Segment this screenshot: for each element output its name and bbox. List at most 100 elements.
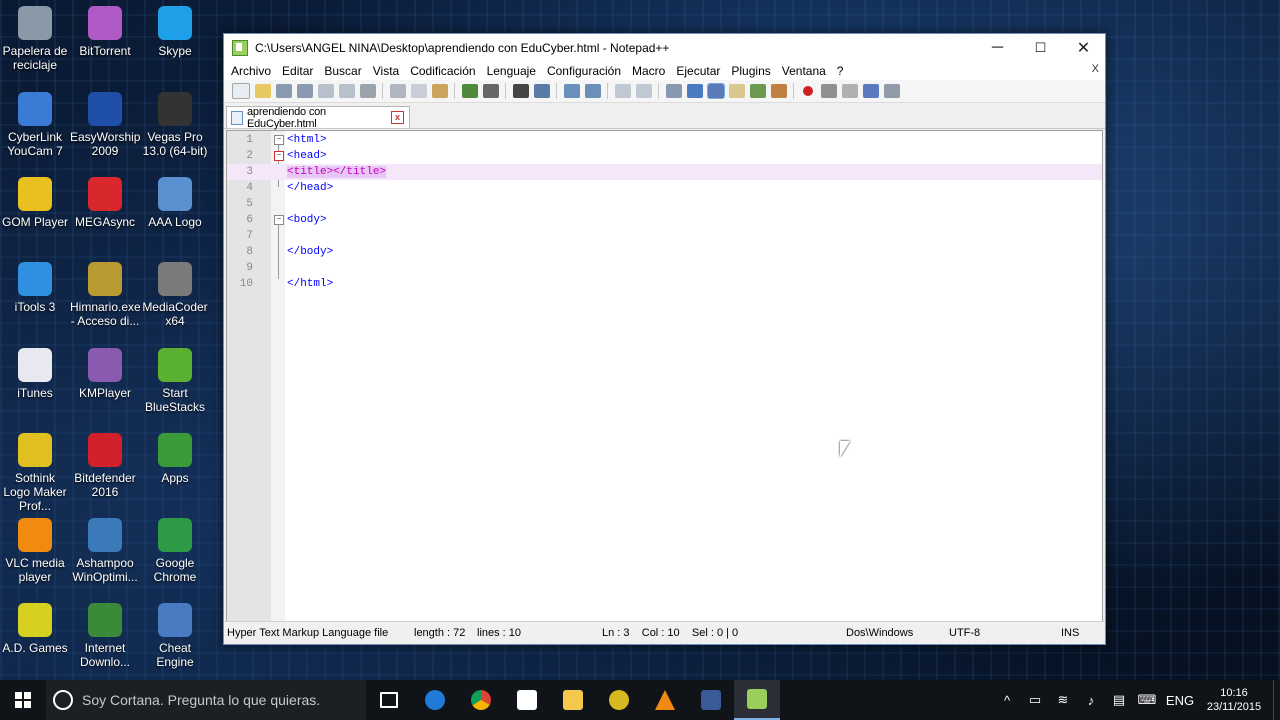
desktop-icon[interactable]: Internet Downlo... bbox=[70, 603, 140, 669]
record-macro-icon[interactable] bbox=[803, 86, 813, 96]
menu-archivo[interactable]: Archivo bbox=[231, 64, 271, 78]
indent-guide-icon[interactable] bbox=[706, 83, 725, 99]
menu-plugins[interactable]: Plugins bbox=[731, 64, 770, 78]
desktop-icon[interactable]: Start BlueStacks bbox=[140, 348, 210, 414]
function-list-icon[interactable] bbox=[770, 84, 787, 98]
desktop-icon[interactable]: Google Chrome bbox=[140, 518, 210, 584]
menu-lenguaje[interactable]: Lenguaje bbox=[487, 64, 536, 78]
play-macro-icon[interactable] bbox=[841, 84, 858, 98]
menu-ejecutar[interactable]: Ejecutar bbox=[676, 64, 720, 78]
desktop-icon[interactable]: iTools 3 bbox=[0, 262, 70, 314]
clock[interactable]: 10:16 23/11/2015 bbox=[1199, 686, 1269, 714]
desktop-icon[interactable]: Cheat Engine bbox=[140, 603, 210, 669]
play-multiple-macro-icon[interactable] bbox=[862, 84, 879, 98]
undo-icon[interactable] bbox=[461, 84, 478, 98]
menu-buscar[interactable]: Buscar bbox=[324, 64, 361, 78]
language-define-icon[interactable] bbox=[728, 84, 745, 98]
code-line[interactable]: 2 <head> − bbox=[227, 148, 1102, 164]
desktop-icon[interactable]: Papelera de reciclaje bbox=[0, 6, 70, 72]
desktop-icon[interactable]: iTunes bbox=[0, 348, 70, 400]
find-icon[interactable] bbox=[512, 84, 529, 98]
zoom-out-icon[interactable] bbox=[584, 84, 601, 98]
maximize-button[interactable]: ☐ bbox=[1019, 34, 1062, 61]
desktop-icon[interactable]: CyberLink YouCam 7 bbox=[0, 92, 70, 158]
print-icon[interactable] bbox=[359, 84, 376, 98]
paste-icon[interactable] bbox=[431, 84, 448, 98]
desktop-icon[interactable]: Skype bbox=[140, 6, 210, 58]
code-line[interactable]: 3 <title></title> bbox=[227, 164, 1102, 180]
stop-macro-icon[interactable] bbox=[820, 84, 837, 98]
desktop-icon[interactable]: Apps bbox=[140, 433, 210, 485]
replace-icon[interactable] bbox=[533, 84, 550, 98]
show-all-characters-icon[interactable] bbox=[686, 84, 703, 98]
tab-document[interactable]: aprendiendo con EduCyber.html x bbox=[226, 106, 410, 130]
save-macro-icon[interactable] bbox=[883, 84, 900, 98]
desktop-icon[interactable]: Himnario.exe - Acceso di... bbox=[70, 262, 141, 328]
title-bar[interactable]: C:\Users\ANGEL NINA\Desktop\aprendiendo … bbox=[224, 34, 1105, 61]
desktop-icon[interactable]: Ashampoo WinOptimi... bbox=[70, 518, 140, 584]
fold-toggle-icon[interactable]: − bbox=[274, 215, 284, 225]
save-all-icon[interactable] bbox=[296, 84, 313, 98]
desktop-icon[interactable]: EasyWorship 2009 bbox=[70, 92, 140, 158]
menu-editar[interactable]: Editar bbox=[282, 64, 313, 78]
word-wrap-icon[interactable] bbox=[665, 84, 682, 98]
close-file-icon[interactable] bbox=[317, 84, 334, 98]
sync-vertical-icon[interactable] bbox=[614, 84, 631, 98]
document-map-icon[interactable] bbox=[749, 84, 766, 98]
tab-close-icon[interactable]: x bbox=[391, 111, 404, 124]
taskbar-app-blue[interactable] bbox=[688, 680, 734, 720]
desktop-icon[interactable]: A.D. Games bbox=[0, 603, 70, 655]
code-line[interactable]: 9 bbox=[227, 260, 1102, 276]
desktop-icon[interactable]: Bitdefender 2016 bbox=[70, 433, 140, 499]
code-line[interactable]: 8 </body> bbox=[227, 244, 1102, 260]
code-line[interactable]: 7 bbox=[227, 228, 1102, 244]
code-line[interactable]: 4 </head> bbox=[227, 180, 1102, 196]
desktop-icon[interactable]: GOM Player bbox=[0, 177, 70, 229]
redo-icon[interactable] bbox=[482, 84, 499, 98]
code-line[interactable]: 5 bbox=[227, 196, 1102, 212]
close-all-icon[interactable] bbox=[338, 84, 355, 98]
close-button[interactable]: ✕ bbox=[1062, 34, 1105, 61]
taskbar-vlc[interactable] bbox=[642, 680, 688, 720]
taskbar-notepadpp[interactable] bbox=[734, 680, 780, 720]
wifi-icon[interactable]: ≋ bbox=[1049, 692, 1077, 708]
code-line[interactable]: 1 <html> − bbox=[227, 132, 1102, 148]
fold-toggle-icon[interactable]: − bbox=[274, 135, 284, 145]
sync-horizontal-icon[interactable] bbox=[635, 84, 652, 98]
desktop-icon[interactable]: MEGAsync bbox=[70, 177, 140, 229]
taskbar-file-explorer[interactable] bbox=[550, 680, 596, 720]
desktop-icon[interactable]: KMPlayer bbox=[70, 348, 140, 400]
volume-icon[interactable]: ♪ bbox=[1077, 693, 1105, 708]
desktop-icon[interactable]: AAA Logo bbox=[140, 177, 210, 229]
keyboard-icon[interactable]: ⌨ bbox=[1133, 692, 1161, 708]
desktop-icon[interactable]: BitTorrent bbox=[70, 6, 140, 58]
new-file-icon[interactable] bbox=[231, 83, 250, 99]
menu-help[interactable]: ? bbox=[837, 64, 844, 78]
cortana-search-box[interactable]: Soy Cortana. Pregunta lo que quieras. bbox=[46, 680, 366, 720]
minimize-button[interactable]: ─ bbox=[976, 34, 1019, 61]
desktop-icon[interactable]: VLC media player bbox=[0, 518, 70, 584]
fold-toggle-icon[interactable]: − bbox=[274, 151, 284, 161]
chevron-up-icon[interactable]: ^ bbox=[993, 693, 1021, 708]
close-document-button[interactable]: X bbox=[1092, 63, 1099, 75]
code-line[interactable]: 10 </html> bbox=[227, 276, 1102, 292]
desktop-icon[interactable]: Sothink Logo Maker Prof... bbox=[0, 433, 70, 513]
battery-icon[interactable]: ▭ bbox=[1021, 692, 1049, 708]
taskbar-app-yellow[interactable] bbox=[596, 680, 642, 720]
zoom-in-icon[interactable] bbox=[563, 84, 580, 98]
taskbar-store[interactable] bbox=[504, 680, 550, 720]
desktop-icon[interactable]: Vegas Pro 13.0 (64-bit) bbox=[140, 92, 210, 158]
desktop-icon[interactable]: MediaCoder x64 bbox=[140, 262, 210, 328]
copy-icon[interactable] bbox=[410, 84, 427, 98]
code-line[interactable]: 6 <body> − bbox=[227, 212, 1102, 228]
taskbar-chrome[interactable] bbox=[458, 680, 504, 720]
save-icon[interactable] bbox=[275, 84, 292, 98]
menu-ventana[interactable]: Ventana bbox=[782, 64, 826, 78]
menu-configuracion[interactable]: Configuración bbox=[547, 64, 621, 78]
code-editor[interactable]: 1 <html> −2 <head> −3 <title></title> 4 </head>… bbox=[226, 130, 1103, 622]
language-indicator[interactable]: ENG bbox=[1161, 693, 1199, 708]
cut-icon[interactable] bbox=[389, 84, 406, 98]
menu-codificacion[interactable]: Codificación bbox=[410, 64, 475, 78]
open-file-icon[interactable] bbox=[254, 84, 271, 98]
notifications-icon[interactable]: ▤ bbox=[1105, 692, 1133, 708]
